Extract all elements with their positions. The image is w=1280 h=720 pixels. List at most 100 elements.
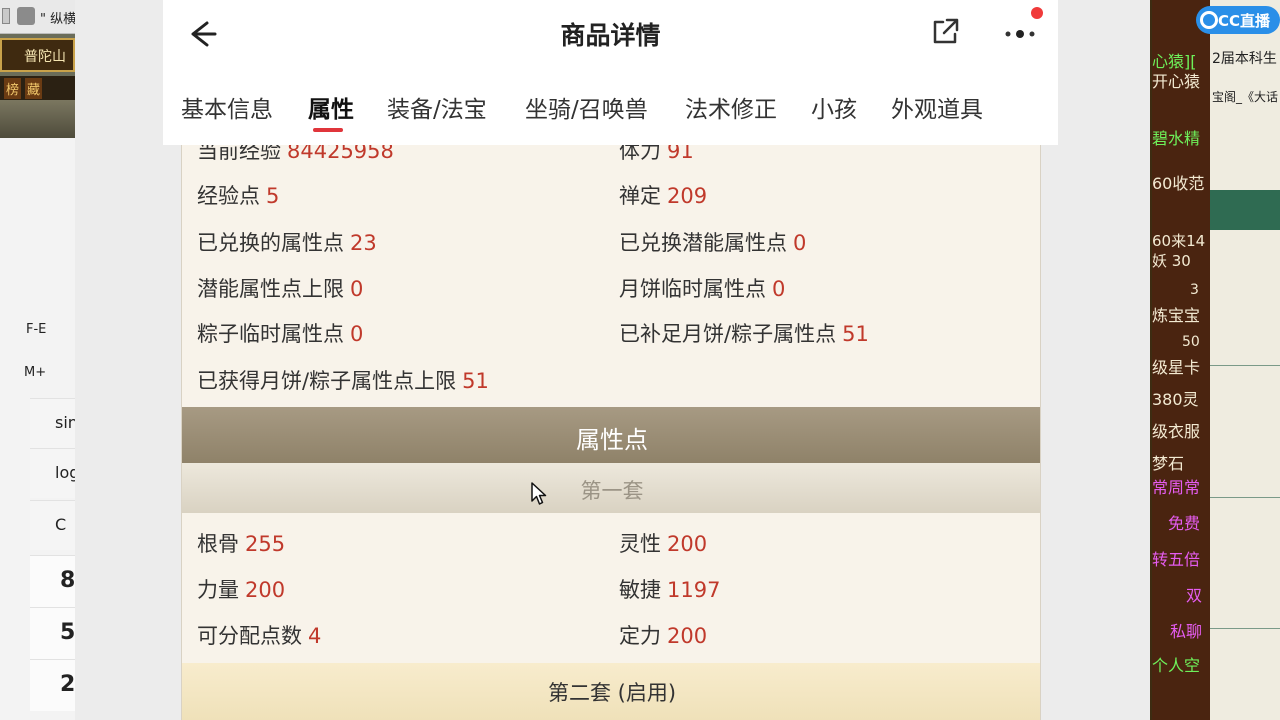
- side-panel-divider: [1210, 628, 1280, 629]
- game-titlebar: " 纵横: [0, 0, 75, 34]
- cc-logo-text: CC直播: [1218, 12, 1271, 30]
- game-button-bar: 榜藏: [0, 76, 75, 100]
- attr-strength: 力量 200: [197, 574, 285, 604]
- chat-line: 50: [1182, 334, 1200, 350]
- tab-attributes[interactable]: 属性: [308, 90, 354, 124]
- stat-value: 91: [667, 145, 694, 163]
- side-panel: 2届本科生 宝阁_《大话: [1210, 0, 1280, 720]
- stat-label: 经验点: [197, 184, 260, 208]
- attr-constitution: 根骨 255: [197, 528, 285, 558]
- tab-bar: 基本信息 属性 装备/法宝 坐骑/召唤兽 法术修正 小孩 外观道具: [163, 80, 1058, 138]
- calc-key-2[interactable]: 2: [30, 659, 75, 711]
- calc-key-2-label: 2: [60, 672, 75, 697]
- section-header-attribute-points: 属性点: [182, 407, 1040, 463]
- stat-filled-mooncake: 已补足月饼/粽子属性点 51: [619, 318, 869, 348]
- stat-label: 已兑换潜能属性点: [619, 231, 787, 255]
- stat-value: 5: [266, 184, 280, 208]
- attr-label: 根骨: [197, 532, 239, 556]
- game-location-bar: 普陀山: [0, 38, 75, 72]
- game-title: " 纵横: [40, 12, 75, 27]
- stat-label: 已补足月饼/粽子属性点: [619, 322, 837, 346]
- stat-value: 23: [350, 231, 377, 255]
- share-button[interactable]: [927, 14, 963, 50]
- stat-value: 0: [350, 277, 364, 301]
- chat-line: 双: [1186, 586, 1203, 605]
- stat-potential-cap: 潜能属性点上限 0: [197, 273, 363, 303]
- attr-value: 1197: [667, 578, 721, 602]
- chat-line: 妖 30: [1152, 252, 1191, 270]
- background-game-window: " 纵横 普陀山 榜藏 F-E M+ sin log C 8 5 2: [0, 0, 75, 720]
- calc-key-log-label: log: [55, 463, 75, 482]
- set-two-header[interactable]: 第二套 (启用): [182, 663, 1040, 720]
- side-panel-divider: [1210, 497, 1280, 498]
- header-area: 商品详情 基本信息 属性 装备/法宝 坐骑/召唤兽 法术修正 小孩 外观道具: [163, 0, 1058, 145]
- stat-value: 209: [667, 184, 708, 208]
- tab-mounts-pets[interactable]: 坐骑/召唤兽: [525, 90, 648, 124]
- stat-exchanged-potential: 已兑换潜能属性点 0: [619, 227, 806, 257]
- calc-key-5-label: 5: [60, 620, 75, 645]
- stat-label: 已获得月饼/粽子属性点上限: [197, 369, 457, 393]
- tab-equipment[interactable]: 装备/法宝: [387, 90, 487, 124]
- attribute-content: 当前经验 84425958 体力 91 经验点 5 禅定 209 已兑换的属性点 23 已…: [181, 145, 1041, 720]
- attr-focus: 定力 200: [619, 620, 707, 650]
- side-panel-text: 2届本科生: [1212, 51, 1277, 67]
- chat-line: 碧水精: [1152, 129, 1201, 148]
- chat-line: 开心猿: [1152, 72, 1201, 91]
- attr-label: 可分配点数: [197, 624, 302, 648]
- attr-value: 200: [667, 532, 708, 556]
- game-button-rank[interactable]: 榜: [4, 78, 22, 99]
- attr-label: 定力: [619, 624, 661, 648]
- stat-label: 已兑换的属性点: [197, 231, 344, 255]
- calc-key-5[interactable]: 5: [30, 607, 75, 659]
- stat-label: 潜能属性点上限: [197, 277, 344, 301]
- chat-line: 常周常: [1152, 478, 1201, 497]
- chat-line: 免费: [1168, 514, 1201, 533]
- tab-appearance-items[interactable]: 外观道具: [891, 90, 983, 124]
- stat-mooncake-temp: 月饼临时属性点 0: [619, 273, 785, 303]
- attr-label: 敏捷: [619, 578, 661, 602]
- chat-line: 私聊: [1170, 622, 1203, 641]
- game-icon: [17, 7, 35, 25]
- side-panel-divider: [1210, 365, 1280, 366]
- calc-key-c-label: C: [55, 515, 67, 534]
- chat-line: 60收范: [1152, 174, 1205, 193]
- window-control[interactable]: [2, 8, 10, 24]
- calc-key-sin[interactable]: sin: [30, 398, 75, 448]
- stat-value: 0: [793, 231, 807, 255]
- game-button-hide[interactable]: 藏: [25, 78, 43, 99]
- tab-basic-info[interactable]: 基本信息: [181, 90, 273, 124]
- more-dots-icon: [1005, 30, 1035, 38]
- share-icon: [933, 18, 959, 44]
- tab-child[interactable]: 小孩: [811, 90, 857, 124]
- stat-label: 月饼临时属性点: [619, 277, 766, 301]
- side-panel-text: 宝阁_《大话: [1212, 90, 1279, 104]
- notification-dot: [1031, 7, 1043, 19]
- calc-key-c[interactable]: C: [30, 500, 75, 550]
- active-tab-indicator: [313, 128, 343, 132]
- attr-value: 255: [245, 532, 286, 556]
- attr-value: 200: [667, 624, 708, 648]
- chat-line: 380灵: [1152, 390, 1199, 409]
- calc-key-log[interactable]: log: [30, 448, 75, 498]
- live-chat-panel: 心猿][ 开心猿 碧水精 60收范 60来14 妖 30 3 炼宝宝 50 级星…: [1152, 0, 1210, 720]
- tab-spell-correction[interactable]: 法术修正: [685, 90, 777, 124]
- side-panel-block: [1210, 190, 1280, 230]
- calc-key-mplus[interactable]: M+: [24, 365, 46, 380]
- stat-label: 粽子临时属性点: [197, 322, 344, 346]
- stat-stamina: 体力 91: [619, 145, 694, 165]
- stat-value: 0: [350, 322, 364, 346]
- attr-value: 4: [308, 624, 322, 648]
- chat-line: 个人空: [1152, 656, 1201, 675]
- stat-current-exp: 当前经验 84425958: [197, 145, 394, 165]
- chat-line: 级星卡: [1152, 358, 1201, 377]
- calc-key-8[interactable]: 8: [30, 555, 75, 607]
- game-scene: [0, 100, 75, 138]
- calc-key-fe[interactable]: F-E: [26, 322, 46, 337]
- chat-line: 炼宝宝: [1152, 306, 1201, 325]
- more-button[interactable]: [1000, 14, 1040, 50]
- set-one-header[interactable]: 第一套: [182, 463, 1040, 513]
- chat-line: 60来14: [1152, 232, 1206, 250]
- attr-free-points: 可分配点数 4: [197, 620, 321, 650]
- stat-value: 51: [842, 322, 869, 346]
- product-detail-panel: 商品详情 基本信息 属性 装备/法宝 坐骑/召唤兽 法术修正 小孩 外观道具 当…: [75, 0, 1150, 720]
